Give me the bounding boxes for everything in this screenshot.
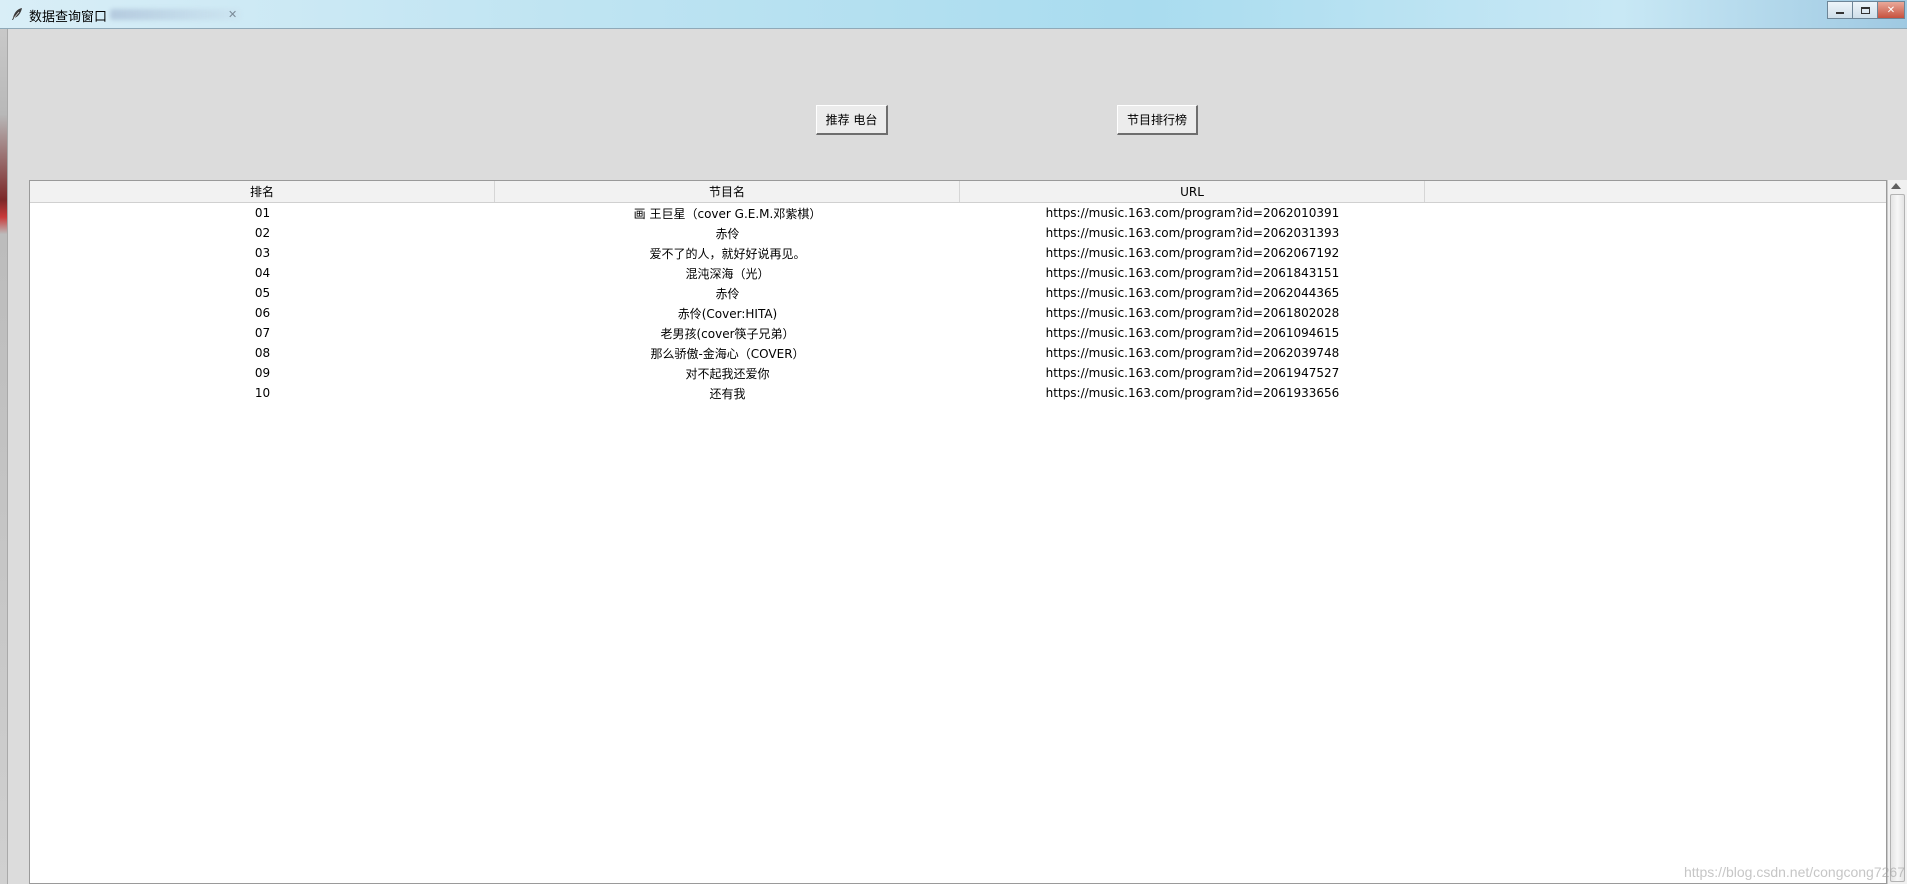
table-row[interactable]: 02 赤伶 https://music.163.com/program?id=2…: [30, 223, 1886, 243]
window-controls: ✕: [1827, 1, 1905, 19]
scroll-up-arrow-icon[interactable]: [1891, 183, 1901, 189]
cell-url: https://music.163.com/program?id=2062039…: [1045, 346, 1340, 360]
cell-name: 赤伶: [715, 226, 740, 241]
cell-name: 还有我: [709, 386, 746, 401]
cell-name: 爱不了的人，就好好说再见。: [649, 246, 806, 261]
client-area: 推荐 电台 节目排行榜 排名 节目名 URL 01 画 王巨星（cover G.…: [7, 29, 1907, 884]
cell-rank: 04: [254, 266, 271, 280]
table-row[interactable]: 01 画 王巨星（cover G.E.M.邓紫棋） https://music.…: [30, 203, 1886, 223]
cell-rank: 02: [254, 226, 271, 240]
cell-rank: 10: [254, 386, 271, 400]
table-row[interactable]: 04 混沌深海（光） https://music.163.com/program…: [30, 263, 1886, 283]
table-row[interactable]: 05 赤伶 https://music.163.com/program?id=2…: [30, 283, 1886, 303]
watermark-text: https://blog.csdn.net/congcong7267: [1683, 864, 1905, 880]
cell-name: 混沌深海（光）: [685, 266, 770, 281]
table-row[interactable]: 06 赤伶(Cover:HITA) https://music.163.com/…: [30, 303, 1886, 323]
tab-close-icon[interactable]: ✕: [228, 8, 237, 21]
table-header: 排名 节目名 URL: [30, 181, 1886, 203]
table-body: 01 画 王巨星（cover G.E.M.邓紫棋） https://music.…: [30, 203, 1886, 403]
scrollbar-thumb[interactable]: [1890, 194, 1905, 882]
feather-icon: [12, 8, 22, 20]
cell-rank: 08: [254, 346, 271, 360]
cell-name: 对不起我还爱你: [685, 366, 770, 381]
table-row[interactable]: 08 那么骄傲-金海心（COVER） https://music.163.com…: [30, 343, 1886, 363]
cell-rank: 03: [254, 246, 271, 260]
cell-name: 赤伶(Cover:HITA): [677, 306, 778, 321]
cell-url: https://music.163.com/program?id=2062044…: [1045, 286, 1340, 300]
maximize-button[interactable]: [1852, 1, 1878, 19]
cell-url: https://music.163.com/program?id=2061094…: [1045, 326, 1340, 340]
minimize-icon: [1836, 12, 1844, 14]
cell-url: https://music.163.com/program?id=2062031…: [1045, 226, 1340, 240]
window-title: 数据查询窗口: [29, 10, 108, 25]
column-header-url[interactable]: URL: [960, 181, 1425, 202]
cell-url: https://music.163.com/program?id=2061843…: [1045, 266, 1340, 280]
table-row[interactable]: 09 对不起我还爱你 https://music.163.com/program…: [30, 363, 1886, 383]
window-left-border: [0, 29, 7, 884]
cell-name: 赤伶: [715, 286, 740, 301]
table-row[interactable]: 03 爱不了的人，就好好说再见。 https://music.163.com/p…: [30, 243, 1886, 263]
results-table[interactable]: 排名 节目名 URL 01 画 王巨星（cover G.E.M.邓紫棋） htt…: [29, 180, 1887, 884]
close-icon: ✕: [1886, 4, 1896, 16]
table-row[interactable]: 10 还有我 https://music.163.com/program?id=…: [30, 383, 1886, 403]
cell-url: https://music.163.com/program?id=2062067…: [1045, 246, 1340, 260]
title-blurred-area: [110, 9, 240, 20]
cell-url: https://music.163.com/program?id=2061933…: [1045, 386, 1340, 400]
maximize-icon: [1860, 6, 1870, 14]
title-bar[interactable]: 数据查询窗口 ✕ ✕: [0, 0, 1907, 29]
column-header-name[interactable]: 节目名: [495, 181, 960, 202]
program-ranking-button[interactable]: 节目排行榜: [1117, 105, 1198, 135]
vertical-scrollbar[interactable]: [1887, 180, 1907, 884]
cell-rank: 09: [254, 366, 271, 380]
cell-name: 那么骄傲-金海心（COVER）: [650, 346, 805, 361]
cell-url: https://music.163.com/program?id=2061947…: [1045, 366, 1340, 380]
minimize-button[interactable]: [1827, 1, 1853, 19]
cell-rank: 07: [254, 326, 271, 340]
cell-rank: 06: [254, 306, 271, 320]
column-header-filler: [1425, 181, 1886, 202]
cell-name: 老男孩(cover筷子兄弟）: [660, 326, 795, 341]
cell-name: 画 王巨星（cover G.E.M.邓紫棋）: [633, 206, 822, 221]
cell-url: https://music.163.com/program?id=2062010…: [1045, 206, 1340, 220]
column-header-rank[interactable]: 排名: [30, 181, 495, 202]
cell-rank: 01: [254, 206, 271, 220]
recommend-radio-button[interactable]: 推荐 电台: [816, 105, 888, 135]
table-row[interactable]: 07 老男孩(cover筷子兄弟） https://music.163.com/…: [30, 323, 1886, 343]
close-button[interactable]: ✕: [1877, 1, 1905, 19]
cell-url: https://music.163.com/program?id=2061802…: [1045, 306, 1340, 320]
cell-rank: 05: [254, 286, 271, 300]
app-window: 数据查询窗口 ✕ ✕ 推荐 电台 节目排行榜 排名 节目名 URL 01 画 王…: [0, 0, 1907, 884]
